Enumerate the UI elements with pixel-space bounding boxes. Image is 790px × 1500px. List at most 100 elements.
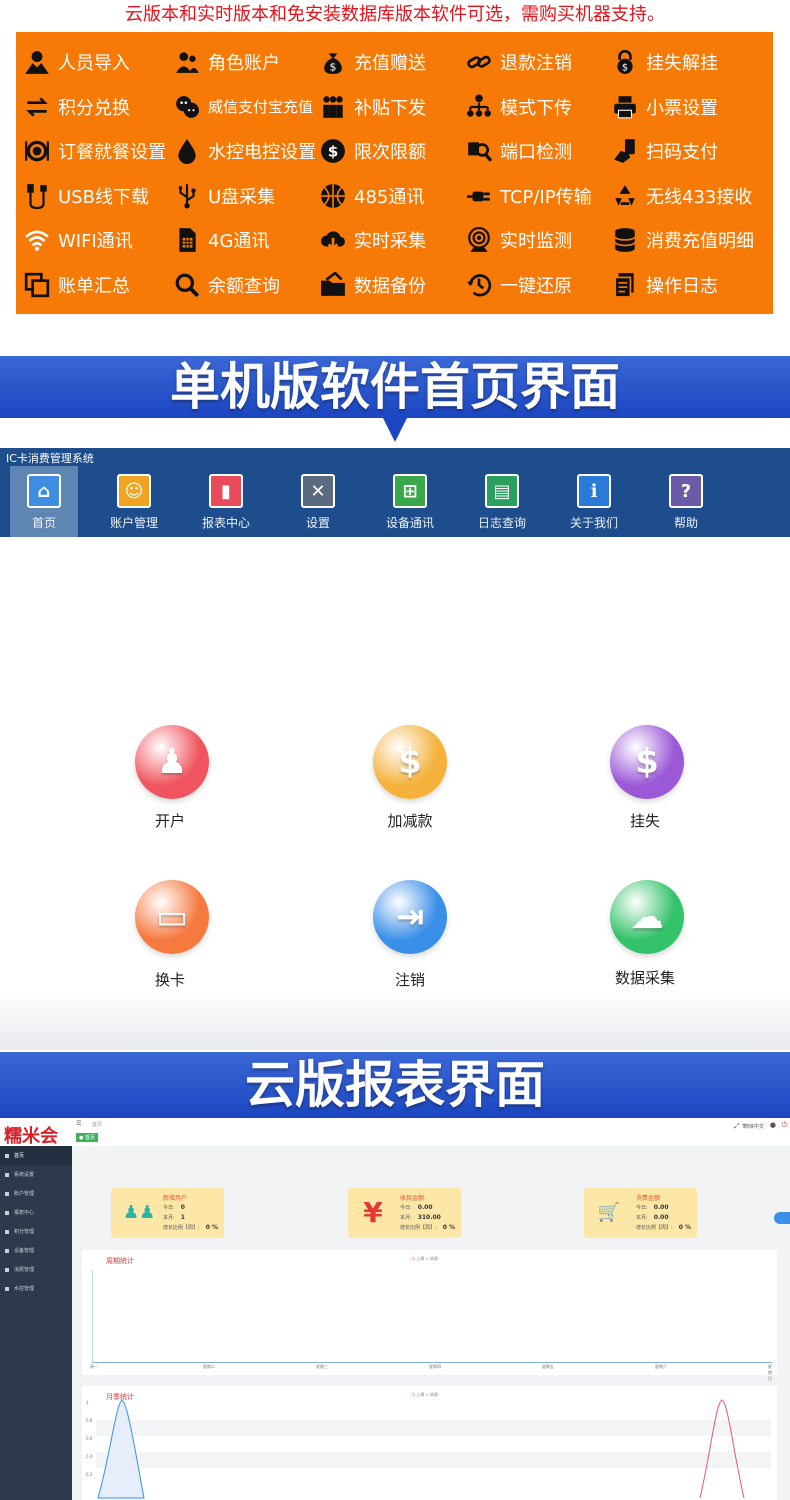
weekday-label: 星期四	[429, 1364, 441, 1369]
sidebar-item[interactable]: 系统设置	[0, 1165, 72, 1184]
nav-home[interactable]: ⌂ 首页	[10, 466, 78, 537]
feature-label: 485通讯	[354, 186, 425, 208]
report-icon: ▮	[209, 474, 243, 508]
nav-label: 设置	[305, 516, 330, 530]
feature-item: 账单汇总	[24, 272, 174, 298]
group-icon	[320, 94, 346, 120]
sidebar-item[interactable]: 账户管理	[0, 1184, 72, 1203]
sidebar-item[interactable]: 报表中心	[0, 1203, 72, 1222]
weekly-title: 周期统计	[106, 1257, 134, 1265]
y-tick-label: 1	[86, 1400, 89, 1405]
sidebar-item[interactable]: 设备管理	[0, 1241, 72, 1260]
weekday-label: 星期日	[768, 1364, 772, 1381]
feature-label: 人员导入	[58, 53, 130, 75]
feature-row: 账单汇总 余额查询 数据备份 一键还原 操作日志	[24, 263, 773, 308]
cloud-app: 糯米会 ☰ 首页 ● 首页 ⤢ ᴛ 简体中文 ● ⏻ 首页 系统设置 账户管理 报表中…	[0, 1118, 790, 1500]
adjust-balance-button[interactable]: $	[373, 725, 447, 799]
sidebar-item[interactable]: 水控管理	[0, 1279, 72, 1298]
data-collect-button[interactable]: ☁	[610, 880, 684, 954]
feature-item: 无线433接收	[612, 183, 758, 209]
feature-label: 一键还原	[500, 275, 572, 297]
change-card-button[interactable]: ▭	[135, 880, 209, 954]
language-select[interactable]: 简体中文	[744, 1123, 764, 1130]
nav-about[interactable]: ℹ 关于我们	[560, 466, 628, 537]
feature-label: 实时采集	[354, 231, 426, 253]
dish-icon	[24, 138, 50, 164]
feature-item: 小票设置	[612, 94, 758, 120]
desktop-toolbar: IC卡消费管理系统 ⌂ 首页 ☺ 账户管理 ▮ 报表中心 ✕ 设置 ⊞ 设备通讯 ▤ 日志查询 ℹ 关于我…	[0, 448, 790, 537]
feature-label: U盘采集	[208, 186, 276, 208]
feature-label: 数据备份	[354, 275, 426, 297]
dollar-icon: $	[320, 138, 346, 164]
feature-item: 4G通讯	[174, 227, 320, 253]
menu-item-icon	[5, 1267, 9, 1272]
wifi-icon	[24, 227, 50, 253]
user-icon[interactable]: ●	[770, 1121, 776, 1129]
money-bag-icon: $	[320, 49, 346, 75]
sim-icon	[174, 227, 200, 253]
feature-item: 操作日志	[612, 272, 758, 298]
y-tick-label: 0.8	[86, 1418, 93, 1423]
y-tick-label: 0.2	[86, 1472, 93, 1477]
nav-help[interactable]: ? 帮助	[652, 466, 720, 537]
cloud-download-icon	[320, 227, 346, 253]
nav-label: 账户管理	[109, 516, 158, 530]
feature-item: WIFI通讯	[24, 227, 174, 253]
sidebar: 首页系统设置账户管理 报表中心 积分管理 设备管理 消费管理水控管理	[0, 1146, 72, 1500]
nav-report[interactable]: ▮ 报表中心	[192, 466, 260, 537]
feature-item: $ 充值赠送	[320, 49, 466, 75]
menu-icon[interactable]: ☰	[76, 1120, 81, 1127]
report-loss-button[interactable]: $	[610, 725, 684, 799]
data-collect-label: 数据采集	[614, 969, 675, 987]
feature-item: 角色账户	[174, 49, 320, 75]
about-icon: ℹ	[577, 474, 611, 508]
feature-label: TCP/IP传输	[500, 186, 592, 208]
cancel-button[interactable]: ⇥	[373, 880, 447, 954]
feature-item: 余额查询	[174, 272, 320, 298]
svg-text:$: $	[622, 63, 628, 74]
monthly-chart-panel: 月季统计 ◇ 上周 ◇ 本周 1 0.8 0.6 0.4 0.2	[82, 1386, 777, 1500]
sidebar-item[interactable]: 消费管理	[0, 1260, 72, 1279]
nav-settings[interactable]: ✕ 设置	[284, 466, 352, 537]
feature-item: 威信支付宝充值	[174, 94, 320, 120]
device-icon: ⊞	[393, 474, 427, 508]
card-month: 本月: 0.00	[636, 1214, 669, 1221]
svg-text:$: $	[330, 61, 337, 74]
sidebar-label: 系统设置	[14, 1172, 35, 1178]
sidebar-label: 首页	[14, 1153, 25, 1159]
x-axis	[92, 1362, 772, 1363]
weekday-label: 星期三	[316, 1364, 328, 1369]
chart-legend: ◇ 上周 ◇ 本周	[412, 1256, 438, 1261]
sidebar-item[interactable]: 积分管理	[0, 1222, 72, 1241]
stat-card: ¥ 收款金额 今日: 0.00 本月: 310.00 增长比例【周】: 0 %	[348, 1188, 461, 1238]
menu-item-icon	[5, 1248, 9, 1253]
account-icon: ☺	[117, 474, 151, 508]
breadcrumb: 首页	[92, 1122, 103, 1128]
app-title: IC卡消费管理系统	[6, 452, 94, 465]
sidebar-item[interactable]: 首页	[0, 1146, 72, 1165]
adjust-balance-icon: $	[398, 742, 422, 782]
nav-label: 报表中心	[201, 516, 250, 530]
settings-float-button[interactable]	[774, 1212, 790, 1224]
usb-icon	[174, 183, 200, 209]
feature-label: 威信支付宝充值	[208, 98, 314, 117]
feature-label: 实时监测	[500, 231, 572, 253]
nav-account[interactable]: ☺ 账户管理	[100, 466, 168, 537]
change-card-icon: ▭	[155, 897, 189, 937]
hand-phone-icon	[612, 138, 638, 164]
open-account-button[interactable]: ♟	[135, 725, 209, 799]
person-icon	[24, 49, 50, 75]
feature-item: 扫码支付	[612, 138, 758, 164]
tab-home[interactable]: ● 首页	[76, 1133, 98, 1142]
feature-label: 小票设置	[646, 97, 718, 119]
nav-device[interactable]: ⊞ 设备通讯	[376, 466, 444, 537]
history-icon	[466, 272, 492, 298]
sidebar-label: 水控管理	[14, 1286, 35, 1292]
exchange-icon	[24, 94, 50, 120]
feature-item: 消费充值明细	[612, 227, 758, 253]
power-icon[interactable]: ⏻	[781, 1121, 787, 1130]
card-title: 收款金额	[400, 1195, 425, 1202]
nav-log[interactable]: ▤ 日志查询	[468, 466, 536, 537]
feature-label: 消费充值明细	[646, 231, 754, 253]
header-notice: 云版本和实时版本和免安装数据库版本软件可选，需购买机器支持。	[125, 4, 665, 25]
